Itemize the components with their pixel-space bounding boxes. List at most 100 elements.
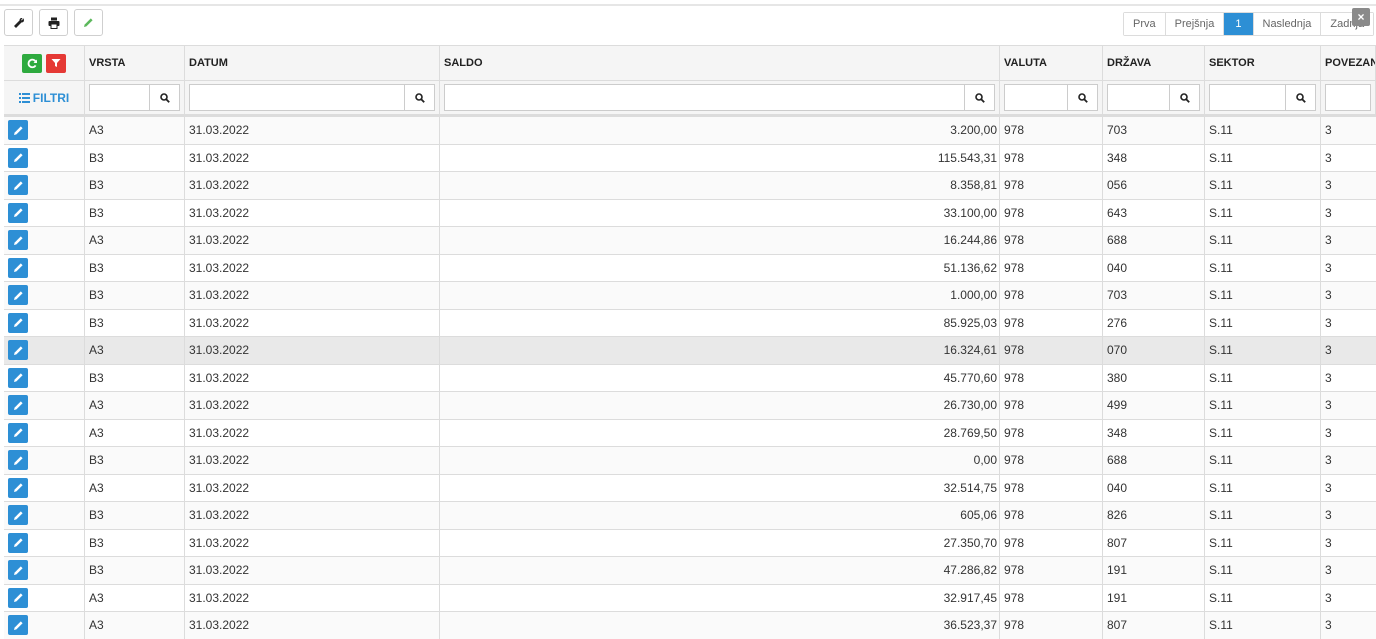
cell-vrsta: A3 (85, 612, 185, 639)
table-row[interactable]: B3 31.03.2022 47.286,82 978 191 S.11 3 (4, 557, 1376, 585)
filter-input-valuta[interactable] (1004, 84, 1098, 111)
edit-row-button[interactable] (8, 175, 28, 196)
table-row[interactable]: B3 31.03.2022 8.358,81 978 056 S.11 3 (4, 172, 1376, 200)
print-button[interactable] (39, 9, 68, 36)
row-action-cell (4, 282, 85, 309)
page-next-button[interactable]: Naslednja (1253, 13, 1322, 35)
table-row[interactable]: A3 31.03.2022 28.769,50 978 348 S.11 3 (4, 419, 1376, 447)
filter-input-sektor[interactable] (1209, 84, 1316, 111)
table-row[interactable]: B3 31.03.2022 85.925,03 978 276 S.11 3 (4, 309, 1376, 337)
pencil-icon (13, 373, 23, 383)
edit-row-button[interactable] (8, 120, 28, 141)
table-row[interactable]: A3 31.03.2022 32.917,45 978 191 S.11 3 (4, 584, 1376, 612)
cell-datum: 31.03.2022 (185, 392, 440, 419)
filter-icon (51, 59, 61, 67)
filter-input-datum[interactable] (189, 84, 435, 111)
edit-row-button[interactable] (8, 505, 28, 526)
cell-sektor: S.11 (1205, 557, 1321, 584)
pencil-icon (84, 18, 93, 27)
clear-filter-button[interactable] (46, 53, 66, 73)
search-icon[interactable] (404, 85, 434, 110)
edit-row-button[interactable] (8, 202, 28, 223)
column-header-valuta[interactable]: VALUTA (1000, 46, 1103, 80)
cell-vrsta: B3 (85, 172, 185, 199)
edit-button[interactable] (74, 9, 103, 36)
filter-input-povezan[interactable] (1325, 84, 1371, 111)
edit-row-button[interactable] (8, 312, 28, 333)
cell-drzava: 807 (1103, 529, 1205, 556)
edit-row-button[interactable] (8, 340, 28, 361)
table-row[interactable]: B3 31.03.2022 0,00 978 688 S.11 3 (4, 447, 1376, 475)
edit-row-button[interactable] (8, 422, 28, 443)
table-row[interactable]: B3 31.03.2022 27.350,70 978 807 S.11 3 (4, 529, 1376, 557)
edit-row-button[interactable] (8, 560, 28, 581)
filter-input-drzava[interactable] (1107, 84, 1200, 111)
search-icon[interactable] (1067, 85, 1097, 110)
table-row[interactable]: A3 31.03.2022 36.523,37 978 807 S.11 3 (4, 612, 1376, 639)
filter-input-vrsta[interactable] (89, 84, 180, 111)
table-row[interactable]: A3 31.03.2022 16.324,61 978 070 S.11 3 (4, 337, 1376, 365)
edit-row-button[interactable] (8, 367, 28, 388)
edit-row-button[interactable] (8, 230, 28, 251)
column-header-saldo[interactable]: SALDO (440, 46, 1000, 80)
edit-row-button[interactable] (8, 532, 28, 553)
cell-valuta: 978 (1000, 172, 1103, 199)
search-icon[interactable] (149, 85, 179, 110)
filters-toggle[interactable]: FILTRI (4, 81, 85, 114)
cell-povezan: 3 (1325, 260, 1332, 275)
cell-drzava: 499 (1103, 392, 1205, 419)
row-action-cell (4, 144, 85, 171)
filter-input-saldo[interactable] (444, 84, 995, 111)
cell-datum: 31.03.2022 (185, 529, 440, 556)
cell-sektor: S.11 (1205, 529, 1321, 556)
cell-datum: 31.03.2022 (185, 557, 440, 584)
edit-row-button[interactable] (8, 395, 28, 416)
cell-valuta: 978 (1000, 117, 1103, 144)
edit-row-button[interactable] (8, 587, 28, 608)
column-header-drzava[interactable]: DRŽAVA (1103, 46, 1205, 80)
row-action-cell (4, 172, 85, 199)
table-row[interactable]: B3 31.03.2022 33.100,00 978 643 S.11 3 (4, 199, 1376, 227)
edit-row-button[interactable] (8, 147, 28, 168)
row-action-cell (4, 557, 85, 584)
search-icon[interactable] (1169, 85, 1199, 110)
table-row[interactable]: B3 31.03.2022 45.770,60 978 380 S.11 3 (4, 364, 1376, 392)
column-header-vrsta[interactable]: VRSTA (85, 46, 185, 80)
close-icon[interactable]: × (1352, 8, 1370, 26)
table-row[interactable]: B3 31.03.2022 1.000,00 978 703 S.11 3 (4, 282, 1376, 310)
settings-button[interactable] (4, 9, 33, 36)
pencil-icon (13, 318, 23, 328)
filter-cell-povezan (1321, 81, 1376, 114)
table-row[interactable]: A3 31.03.2022 32.514,75 978 040 S.11 3 (4, 474, 1376, 502)
column-header-sektor[interactable]: SEKTOR (1205, 46, 1321, 80)
page-first-button[interactable]: Prva (1124, 13, 1166, 35)
edit-row-button[interactable] (8, 477, 28, 498)
table-row[interactable]: A3 31.03.2022 3.200,00 978 703 S.11 3 (4, 117, 1376, 145)
table-row[interactable]: B3 31.03.2022 115.543,31 978 348 S.11 3 (4, 144, 1376, 172)
cell-povezan: 3 (1325, 398, 1332, 413)
cell-povezan: 3 (1325, 370, 1332, 385)
edit-row-button[interactable] (8, 257, 28, 278)
cell-sektor: S.11 (1205, 117, 1321, 144)
cell-datum: 31.03.2022 (185, 447, 440, 474)
edit-row-button[interactable] (8, 615, 28, 636)
edit-row-button[interactable] (8, 285, 28, 306)
cell-drzava: 826 (1103, 502, 1205, 529)
cell-povezan: 3 (1325, 618, 1332, 633)
page-current-button[interactable]: 1 (1224, 13, 1254, 35)
cell-vrsta: B3 (85, 364, 185, 391)
page-prev-button[interactable]: Prejšnja (1165, 13, 1225, 35)
table-row[interactable]: B3 31.03.2022 51.136,62 978 040 S.11 3 (4, 254, 1376, 282)
column-header-datum[interactable]: DATUM (185, 46, 440, 80)
cell-vrsta: A3 (85, 337, 185, 364)
edit-row-button[interactable] (8, 450, 28, 471)
column-header-povezan[interactable]: POVEZAN (1321, 46, 1376, 80)
refresh-button[interactable] (22, 53, 42, 73)
table-row[interactable]: A3 31.03.2022 16.244,86 978 688 S.11 3 (4, 227, 1376, 255)
search-icon[interactable] (964, 85, 994, 110)
cell-sektor: S.11 (1205, 172, 1321, 199)
cell-povezan: 3 (1325, 480, 1332, 495)
search-icon[interactable] (1285, 85, 1315, 110)
table-row[interactable]: A3 31.03.2022 26.730,00 978 499 S.11 3 (4, 392, 1376, 420)
table-row[interactable]: B3 31.03.2022 605,06 978 826 S.11 3 (4, 502, 1376, 530)
